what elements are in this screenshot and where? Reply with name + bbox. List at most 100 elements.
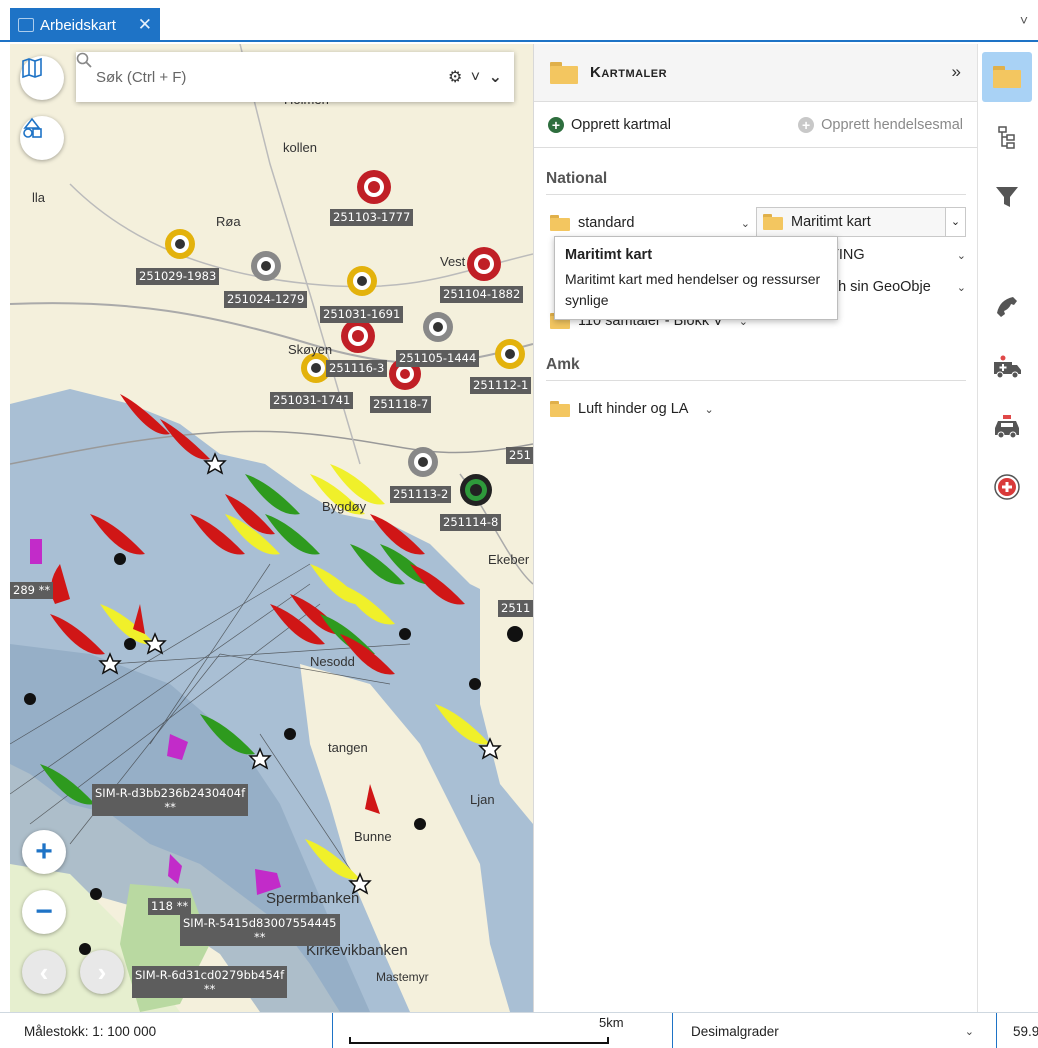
section-title-national: National bbox=[546, 170, 966, 195]
incident-marker bbox=[408, 447, 438, 477]
incident-label[interactable]: 251031-1741 bbox=[270, 392, 354, 409]
incident-label[interactable]: 251 bbox=[506, 447, 533, 464]
place-name: lla bbox=[32, 190, 46, 205]
scale-readout: Målestokk: 1: 100 000 bbox=[0, 1013, 333, 1048]
incident-marker bbox=[165, 229, 195, 259]
incident-label[interactable]: 251104-1882 bbox=[440, 286, 524, 303]
zoom-out-button[interactable]: − bbox=[22, 890, 66, 934]
incident-label[interactable]: 2511 bbox=[498, 600, 533, 617]
search-box[interactable]: Søk (Ctrl + F) ⚙ ˅ ⌄ bbox=[76, 52, 514, 102]
section-title-amk: Amk bbox=[546, 356, 966, 381]
count-label[interactable]: 118 ** bbox=[148, 898, 192, 915]
hierarchy-button[interactable] bbox=[982, 112, 1032, 162]
chevron-down-icon[interactable]: ˅ bbox=[1020, 12, 1028, 28]
incident-label[interactable]: 251116-3 bbox=[326, 360, 388, 377]
place-name: Ljan bbox=[470, 792, 495, 807]
template-actions: + Opprett kartmal + Opprett hendelsesmal bbox=[534, 102, 977, 148]
minus-icon: − bbox=[35, 895, 53, 928]
app-window: Arbeidskart ✕ ˅ kollen lla Røa Vest Skøy… bbox=[0, 0, 1038, 1048]
tooltip-body: Maritimt kart med hendelser og ressurser… bbox=[565, 271, 821, 308]
sim-label[interactable]: SIM-R-6d31cd0279bb454f ** bbox=[132, 966, 288, 998]
plus-circle-icon: + bbox=[798, 116, 815, 133]
chevron-down-icon[interactable]: ⌄ bbox=[741, 217, 750, 230]
folder-icon bbox=[550, 401, 570, 417]
search-input[interactable]: Søk (Ctrl + F) bbox=[96, 69, 448, 86]
plus-icon: + bbox=[35, 835, 53, 868]
incident-marker bbox=[347, 266, 377, 296]
ambulance-icon bbox=[994, 355, 1021, 379]
create-map-template-button[interactable]: + Opprett kartmal bbox=[548, 116, 671, 133]
chevron-left-icon: ‹ bbox=[39, 956, 49, 987]
phone-button[interactable] bbox=[982, 282, 1032, 332]
place-name: Skøyen bbox=[288, 342, 333, 357]
incident-label[interactable]: 251024-1279 bbox=[224, 291, 308, 308]
create-incident-template-button[interactable]: + Opprett hendelsesmal bbox=[798, 116, 963, 133]
sim-label[interactable]: SIM-R-5415d83007554445 ** bbox=[180, 914, 340, 946]
chevron-right-icon: › bbox=[97, 956, 107, 987]
template-item[interactable]: standard ⌄ bbox=[550, 208, 750, 238]
tooltip-title: Maritimt kart bbox=[565, 247, 653, 263]
panel-header: Kartmaler » bbox=[534, 44, 977, 102]
place-name: kollen bbox=[283, 140, 317, 155]
police-button[interactable] bbox=[982, 402, 1032, 452]
folder-icon bbox=[550, 61, 578, 84]
template-label: Luft hinder og LA bbox=[578, 401, 689, 417]
scalebar-line bbox=[349, 1037, 609, 1044]
tab-arbeidskart[interactable]: Arbeidskart ✕ bbox=[10, 8, 160, 42]
incident-label[interactable]: 251114-8 bbox=[440, 514, 502, 531]
template-tooltip: Maritimt kart Maritimt kart med hendelse… bbox=[554, 236, 838, 320]
search-options-button[interactable]: ⚙ ˅ ⌄ bbox=[448, 67, 504, 87]
tab-label: Arbeidskart bbox=[40, 16, 116, 34]
place-name: Ekeber bbox=[488, 552, 530, 567]
incident-marker bbox=[357, 170, 391, 204]
coordinate-format-value: Desimalgrader bbox=[691, 1023, 779, 1039]
template-item-selected[interactable]: Maritimt kart ⌄ bbox=[756, 207, 966, 237]
back-button[interactable]: ‹ bbox=[22, 950, 66, 994]
medical-button[interactable] bbox=[982, 462, 1032, 512]
chevron-down-icon[interactable]: ⌄ bbox=[957, 281, 966, 294]
zoom-in-button[interactable]: + bbox=[22, 830, 66, 874]
scalebar: 5km bbox=[333, 1013, 673, 1048]
scale-text: Målestokk: 1: 100 000 bbox=[24, 1023, 157, 1039]
incident-label[interactable]: 251031-1691 bbox=[320, 306, 404, 323]
sim-label[interactable]: SIM-R-d3bb236b2430404f ** bbox=[92, 784, 249, 816]
map-view[interactable]: Holmen kollen lla Røa Vest Skøyen Bygdøy… bbox=[10, 44, 533, 1012]
place-name: Spermbanken bbox=[266, 890, 360, 907]
template-label: standard bbox=[578, 215, 635, 231]
folder-icon bbox=[550, 215, 570, 231]
incident-marker bbox=[341, 319, 375, 353]
place-name: Røa bbox=[216, 214, 241, 229]
incident-label[interactable]: 251113-2 bbox=[390, 486, 452, 503]
template-item[interactable]: Luft hinder og LA ⌄ bbox=[550, 394, 770, 424]
map-icon bbox=[22, 57, 42, 79]
incident-label[interactable]: 251118-7 bbox=[370, 396, 432, 413]
filter-button[interactable] bbox=[982, 172, 1032, 222]
incident-label[interactable]: 251112-1 bbox=[470, 377, 532, 394]
side-label[interactable]: 289 ** bbox=[10, 582, 54, 599]
template-item[interactable]: TING ⌄ bbox=[830, 240, 966, 270]
close-icon[interactable]: ✕ bbox=[138, 15, 152, 35]
map-tab-icon bbox=[18, 18, 34, 32]
chevron-down-icon[interactable]: ⌄ bbox=[704, 403, 713, 416]
forward-button[interactable]: › bbox=[80, 950, 124, 994]
map-layers-button[interactable] bbox=[20, 56, 64, 100]
collapse-panel-button[interactable]: » bbox=[952, 62, 961, 82]
place-name: Vest bbox=[440, 254, 466, 269]
incident-label[interactable]: 251105-1444 bbox=[396, 350, 480, 367]
chevron-down-icon[interactable]: ⌄ bbox=[957, 249, 966, 262]
police-car-icon bbox=[995, 415, 1019, 439]
search-icon bbox=[76, 52, 92, 68]
folder-icon bbox=[993, 66, 1021, 88]
map-templates-button[interactable] bbox=[982, 52, 1032, 102]
chevron-down-icon[interactable]: ⌄ bbox=[945, 208, 965, 236]
place-name: Nesodd bbox=[310, 654, 355, 669]
shapes-icon bbox=[23, 117, 42, 138]
coordinate-format-select[interactable]: Desimalgrader ⌄ bbox=[673, 1013, 997, 1048]
incident-label[interactable]: 251029-1983 bbox=[136, 268, 220, 285]
map-tools-button[interactable] bbox=[20, 116, 64, 160]
place-name: Bunne bbox=[354, 829, 392, 844]
template-item[interactable]: ah sin GeoObje ⌄ bbox=[830, 272, 966, 302]
filter-icon bbox=[996, 187, 1018, 207]
incident-label[interactable]: 251103-1777 bbox=[330, 209, 414, 226]
ambulance-button[interactable] bbox=[982, 342, 1032, 392]
